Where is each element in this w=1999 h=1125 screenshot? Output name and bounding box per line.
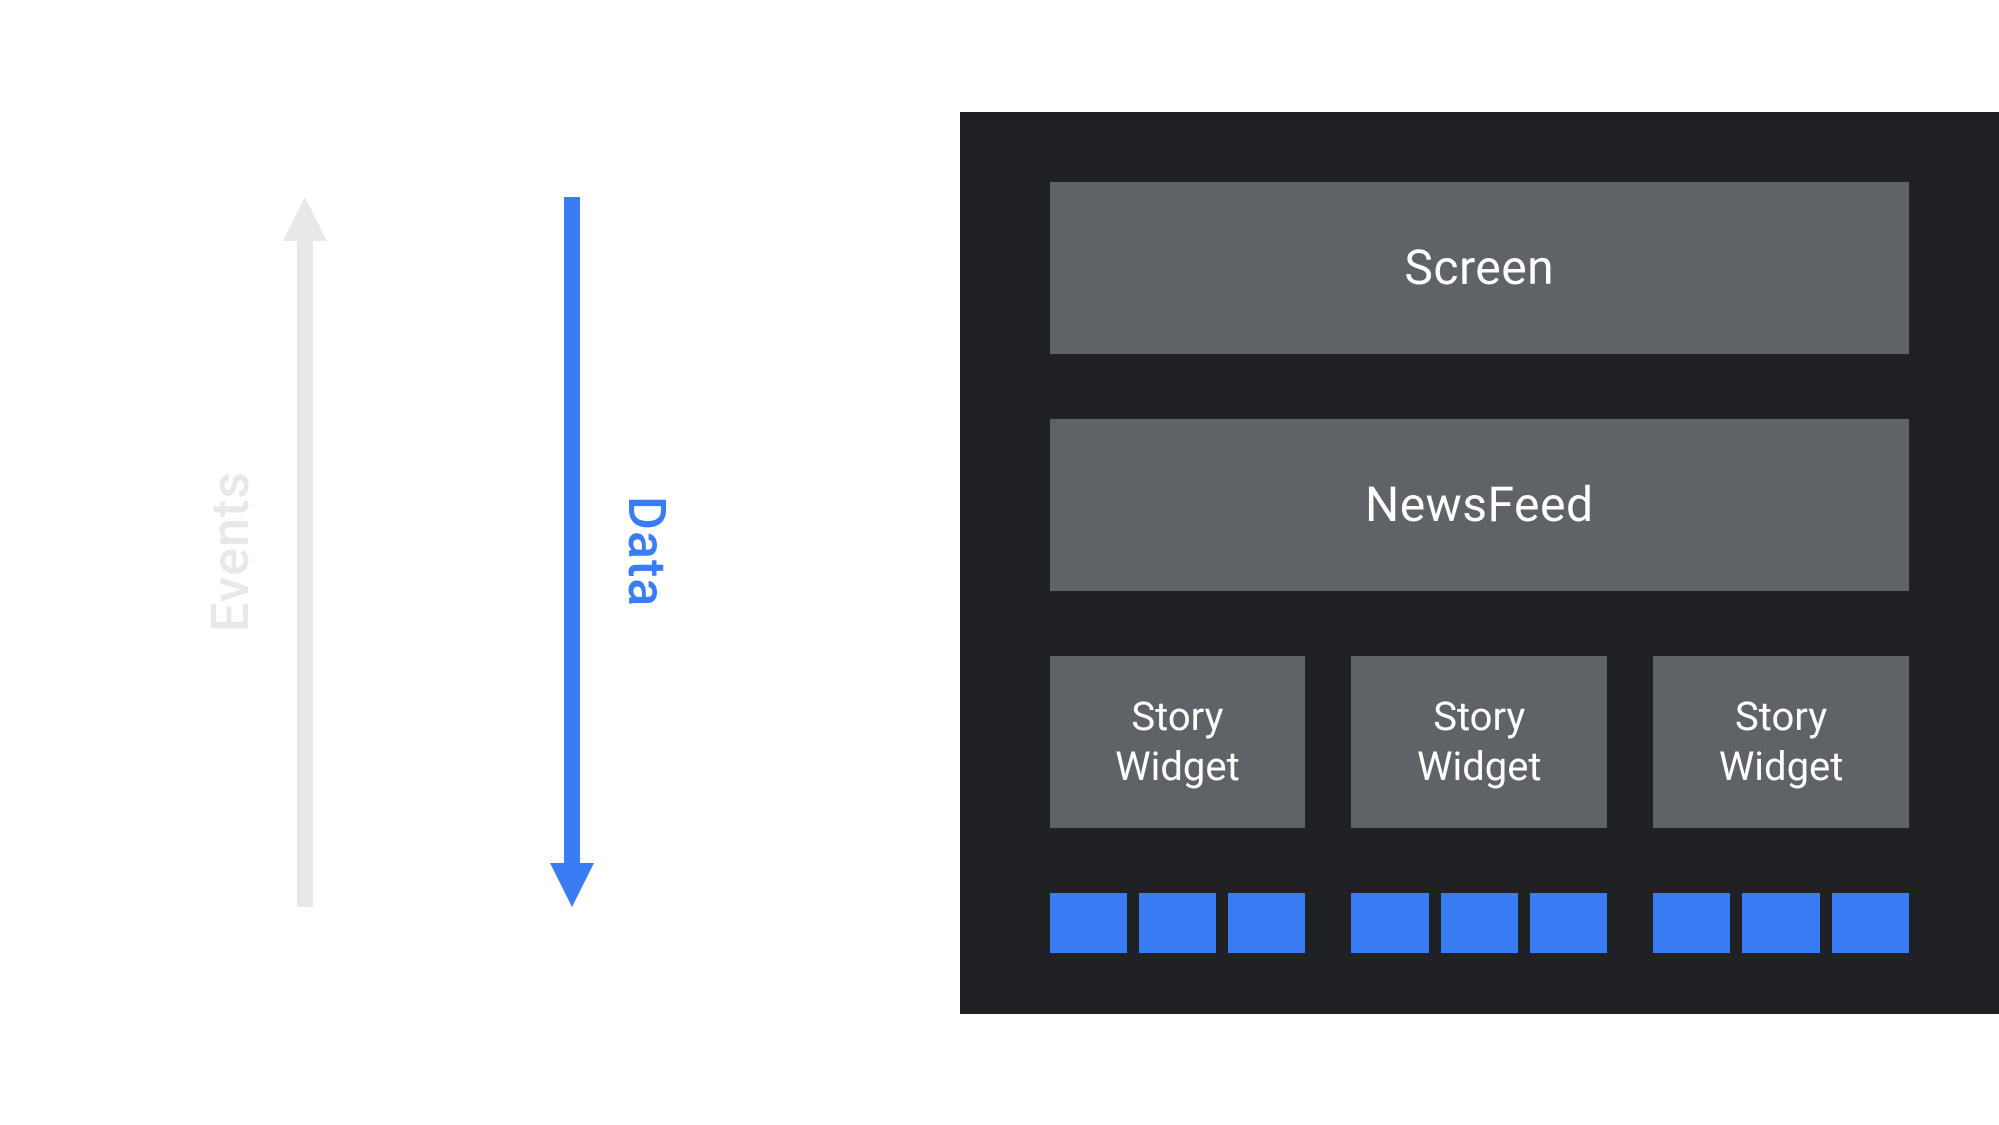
small-rect (1742, 893, 1819, 953)
story-widget-box: Story Widget (1050, 656, 1306, 828)
newsfeed-label: NewsFeed (1365, 476, 1594, 533)
small-rects-row (1050, 893, 1909, 953)
story-widget-label: Story Widget (1417, 692, 1542, 792)
small-rect (1139, 893, 1216, 953)
arrow-down-icon (550, 197, 594, 907)
small-rects-group (1351, 893, 1607, 953)
data-arrow-group: Data (550, 197, 677, 907)
small-rects-group (1653, 893, 1909, 953)
events-label: Events (200, 471, 261, 632)
small-rects-group (1050, 893, 1306, 953)
story-widget-label: Story Widget (1115, 692, 1240, 792)
widgets-row: Story Widget Story Widget Story Widget (1050, 656, 1909, 828)
right-panel: Screen NewsFeed Story Widget Story Widge… (960, 112, 1999, 1014)
newsfeed-box: NewsFeed (1050, 419, 1909, 591)
diagram-canvas: Events Data Screen NewsFeed Story Widget… (0, 112, 1999, 1014)
small-rect (1441, 893, 1518, 953)
screen-label: Screen (1404, 239, 1554, 296)
small-rect (1653, 893, 1730, 953)
small-rect (1228, 893, 1305, 953)
data-label: Data (616, 496, 677, 607)
small-rect (1530, 893, 1607, 953)
arrow-up-icon (283, 197, 327, 907)
small-rect (1050, 893, 1127, 953)
small-rect (1351, 893, 1428, 953)
events-arrow-group: Events (200, 197, 327, 907)
left-panel: Events Data (0, 112, 960, 1014)
story-widget-box: Story Widget (1351, 656, 1607, 828)
story-widget-label: Story Widget (1719, 692, 1844, 792)
story-widget-box: Story Widget (1653, 656, 1909, 828)
small-rect (1832, 893, 1909, 953)
screen-box: Screen (1050, 182, 1909, 354)
